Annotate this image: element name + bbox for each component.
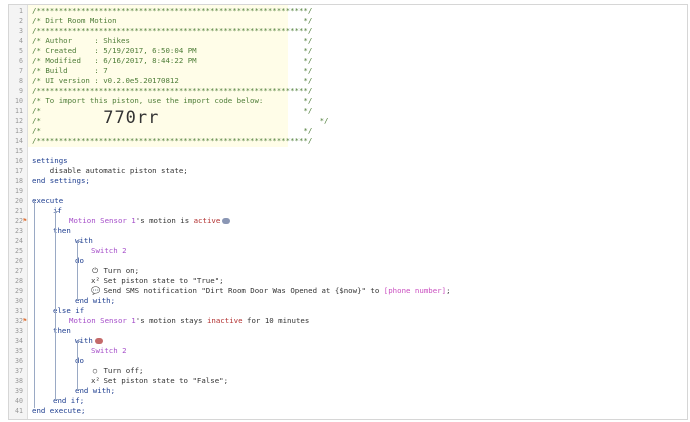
block-guide-with-1 bbox=[77, 241, 78, 299]
variable-icon: x² bbox=[91, 376, 100, 385]
code-line: 17 disable automatic piston state; bbox=[15, 166, 188, 176]
piston-code-editor: 1/**************************************… bbox=[8, 4, 688, 420]
execute-keyword[interactable]: execute bbox=[32, 196, 63, 206]
variable-icon: x² bbox=[91, 276, 100, 285]
code-line: 36 do bbox=[15, 356, 84, 365]
code-line: 41 end execute; bbox=[15, 406, 86, 415]
block-guide-if bbox=[55, 211, 56, 399]
action-set-state-true[interactable]: x² Set piston state to "True"; bbox=[91, 276, 224, 286]
block-guide-cap bbox=[55, 211, 59, 212]
code-line: 21if bbox=[9, 206, 679, 216]
block-guide-execute bbox=[34, 201, 35, 408]
sms-icon: 💬 bbox=[91, 286, 101, 295]
power-icon: ⏻ bbox=[92, 266, 98, 275]
settings-keyword[interactable]: settings bbox=[32, 156, 68, 166]
code-line: 15 bbox=[15, 147, 23, 155]
device-switch-2[interactable]: Switch 2 bbox=[91, 246, 127, 256]
code-line: 37 ○ Turn off; bbox=[15, 366, 144, 376]
code-line: 24 with bbox=[15, 236, 93, 245]
setting-statement[interactable]: disable automatic piston state; bbox=[32, 166, 188, 176]
code-line: 2/* Dirt Room Motion */ bbox=[19, 16, 313, 25]
code-line: 27 ⏻ Turn on; bbox=[15, 266, 140, 276]
condition-motion-inactive[interactable]: Motion Sensor 1's motion stays inactive … bbox=[69, 316, 309, 326]
code-line: 14/*************************************… bbox=[15, 136, 313, 145]
code-line: 18 end settings; bbox=[15, 176, 90, 185]
code-line: 38 x² Set piston state to "False"; bbox=[15, 376, 229, 386]
code-line: 40 end if; bbox=[15, 396, 85, 405]
code-line: 32 ⚑ Motion Sensor 1's motion stays inacti… bbox=[15, 316, 310, 326]
code-line: 5/* Created : 5/19/2017, 6:50:04 PM */ bbox=[19, 46, 313, 55]
action-set-state-false[interactable]: x² Set piston state to "False"; bbox=[91, 376, 228, 386]
code-line: 30 end with; bbox=[15, 296, 116, 305]
code-line: 3/**************************************… bbox=[19, 26, 313, 35]
code-line: 6/* Modified : 6/16/2017, 8:44:22 PM */ bbox=[19, 56, 313, 65]
info-badge-icon[interactable] bbox=[222, 218, 231, 224]
condition-motion-active[interactable]: Motion Sensor 1's motion is active bbox=[69, 216, 231, 226]
trigger-marker-icon: ⚑ bbox=[23, 317, 27, 324]
else-if-keyword[interactable]: else if bbox=[53, 306, 84, 316]
code-line: 39 end with; bbox=[15, 386, 116, 395]
code-line: 16 settings bbox=[15, 156, 68, 166]
code-line: 1/**************************************… bbox=[19, 6, 313, 15]
code-line: 33 then bbox=[15, 326, 71, 335]
block-guide-cap bbox=[77, 241, 81, 242]
action-turn-off[interactable]: ○ Turn off; bbox=[91, 366, 144, 376]
block-guide-with-2 bbox=[77, 341, 78, 389]
trigger-marker-icon: ⚑ bbox=[23, 217, 27, 224]
action-send-sms[interactable]: 💬 Send SMS notification "Dirt Room Door … bbox=[91, 286, 451, 296]
code-line: 19 bbox=[15, 187, 23, 195]
code-line: 4/* Author : Shikes */ bbox=[19, 36, 313, 45]
code-line: 22 ⚑ Motion Sensor 1's motion is active bbox=[9, 216, 679, 226]
code-line: 8/* UI version : v0.2.0e5.20170812 */ bbox=[19, 76, 313, 85]
code-line: 20 execute bbox=[15, 196, 64, 206]
block-guide-cap bbox=[77, 389, 81, 390]
code-line: 23 then bbox=[15, 226, 71, 235]
device-switch-2[interactable]: Switch 2 bbox=[91, 346, 127, 356]
action-turn-on[interactable]: ⏻ Turn on; bbox=[91, 266, 139, 276]
block-guide-cap bbox=[55, 399, 59, 400]
code-line: 31 else if bbox=[15, 306, 85, 316]
block-guide-cap bbox=[77, 299, 81, 300]
code-line: 28 x² Set piston state to "True"; bbox=[15, 276, 224, 286]
block-guide-cap bbox=[77, 341, 81, 342]
import-code: 770rr bbox=[103, 108, 160, 128]
code-line: 26 do bbox=[15, 256, 84, 265]
code-line: 29 💬 Send SMS notification "Dirt Room Doo… bbox=[15, 286, 451, 296]
power-off-icon: ○ bbox=[92, 366, 98, 375]
code-line: 7/* Build : 7 */ bbox=[19, 66, 313, 75]
code-line: 34 with bbox=[9, 336, 679, 346]
code-line: 10/* To import this piston, use the impo… bbox=[15, 96, 313, 105]
code-line: 12/* 770rr */ bbox=[15, 108, 329, 128]
code-line: 25 Switch 2 bbox=[15, 246, 127, 256]
code-line: 9/**************************************… bbox=[19, 86, 313, 95]
code-line: 13/* */ bbox=[15, 126, 313, 135]
code-line: 35 Switch 2 bbox=[15, 346, 127, 356]
warning-badge-icon[interactable] bbox=[94, 338, 103, 344]
